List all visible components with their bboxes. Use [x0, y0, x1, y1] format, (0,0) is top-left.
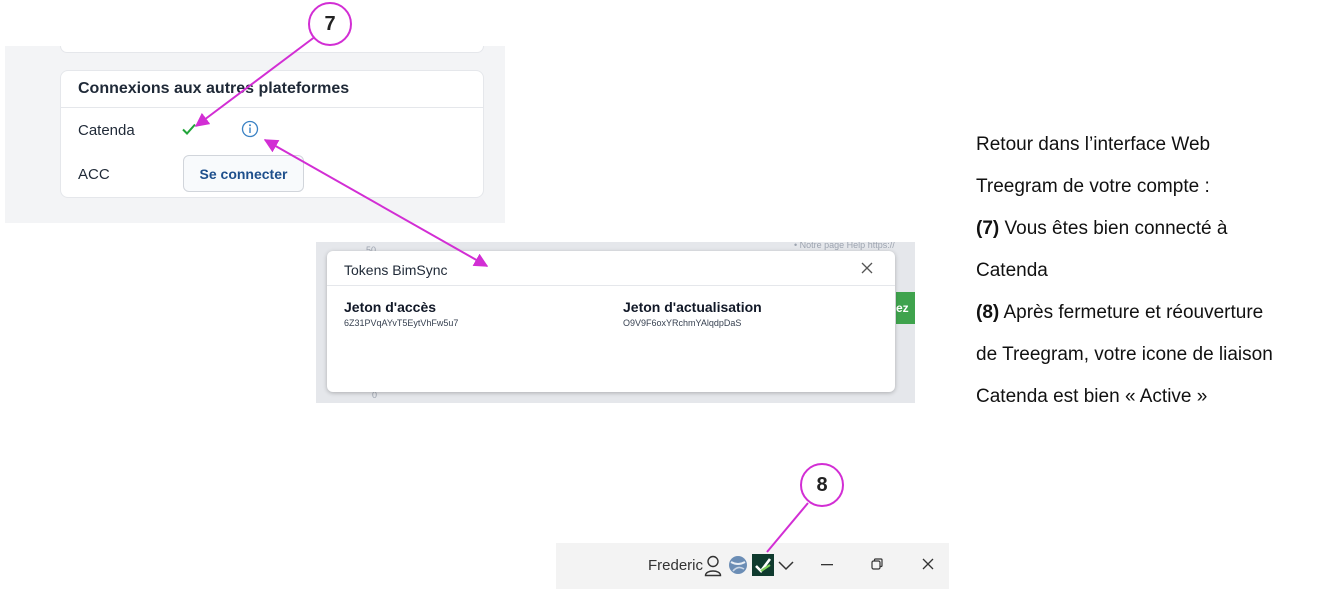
acc-label: ACC — [78, 166, 110, 183]
access-token-value: 6Z31PVqAYvT5EytVhFw5u7 — [344, 318, 459, 328]
instructions: Retour dans l’interface Web Treegram de … — [976, 124, 1316, 418]
user-name: Frederic — [648, 557, 704, 574]
connections-title: Connexions aux autres plateformes — [78, 80, 350, 97]
previous-card-edge — [60, 46, 484, 53]
access-token-label: Jeton d'accès — [344, 299, 437, 315]
catenda-label: Catenda — [78, 122, 135, 139]
tokens-panel: • Notre page Help https:// 50 0 ez Token… — [316, 242, 915, 403]
globe-icon[interactable] — [728, 555, 748, 575]
refresh-token-label: Jeton d'actualisation — [623, 299, 762, 315]
modal-title: Tokens BimSync — [344, 262, 448, 278]
card-divider — [61, 107, 483, 108]
instruction-line: Retour dans l’interface Web — [976, 134, 1211, 155]
instruction-line: Catenda est bien « Active » — [976, 386, 1208, 407]
instruction-step-8: (8) Après fermeture et réouverture — [976, 292, 1316, 334]
refresh-token-value: O9V9F6oxYRchmYAlqdpDaS — [623, 318, 742, 328]
acc-connect-button[interactable]: Se connecter — [183, 155, 304, 192]
close-icon[interactable] — [860, 261, 874, 275]
check-icon — [182, 123, 196, 135]
background-help-text: • Notre page Help https:// — [794, 242, 895, 250]
connections-card: Connexions aux autres plateformes Catend… — [60, 70, 484, 198]
info-icon[interactable] — [241, 120, 259, 138]
minimize-icon[interactable] — [820, 563, 834, 567]
restore-icon[interactable] — [870, 557, 884, 571]
background-green-button: ez — [896, 292, 915, 324]
window-titlebar: Frederic — [556, 543, 949, 589]
instruction-line: Catenda — [976, 260, 1048, 281]
step-number: (7) — [976, 218, 1000, 239]
callout-8: 8 — [800, 463, 844, 507]
instruction-line: de Treegram, votre icone de liaison — [976, 344, 1273, 365]
close-icon[interactable] — [921, 557, 935, 571]
instruction-line: Treegram de votre compte : — [976, 176, 1210, 197]
connections-panel: Connexions aux autres plateformes Catend… — [5, 46, 505, 223]
instruction-step-7: (7) Vous êtes bien connecté à — [976, 208, 1316, 250]
tokens-modal: Tokens BimSync Jeton d'accès 6Z31PVqAYvT… — [327, 251, 895, 392]
catenda-icon[interactable] — [752, 554, 774, 576]
step-text: Vous êtes bien connecté à — [999, 218, 1228, 239]
chevron-down-icon[interactable] — [777, 559, 795, 571]
step-text: Après fermeture et réouverture — [999, 302, 1264, 323]
background-green-text: ez — [896, 301, 909, 315]
callout-7: 7 — [308, 2, 352, 46]
step-number: (8) — [976, 302, 1000, 323]
user-icon[interactable] — [704, 555, 722, 577]
modal-divider — [327, 285, 895, 286]
